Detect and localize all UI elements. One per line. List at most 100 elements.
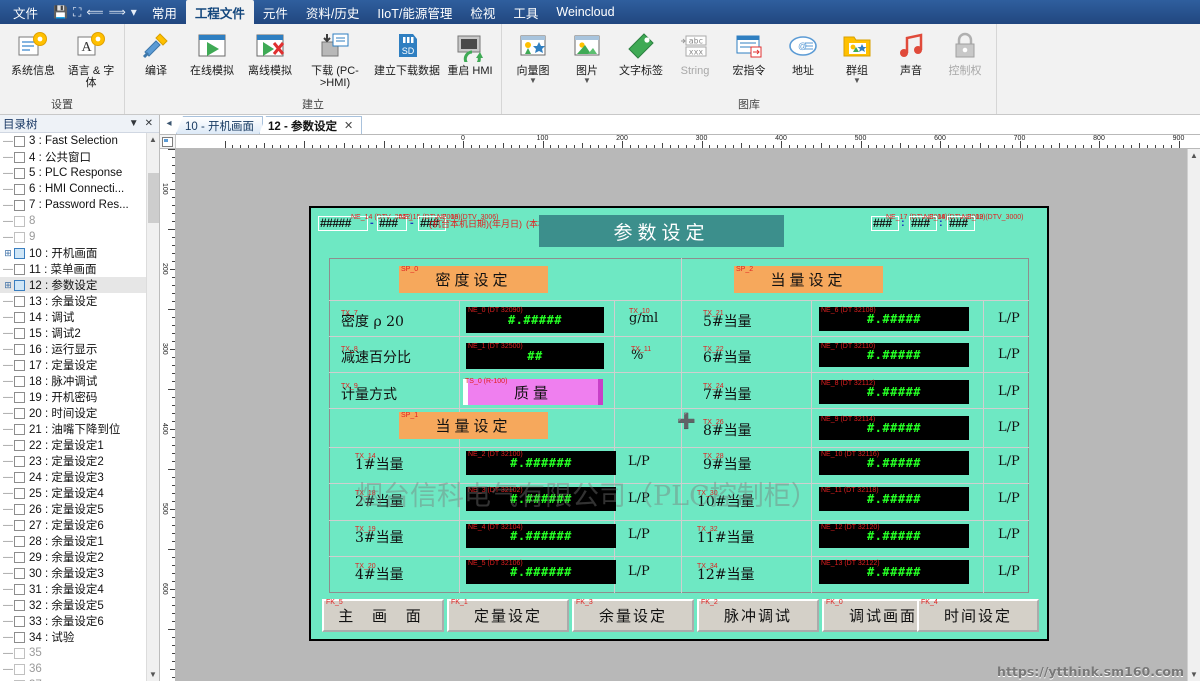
tree-node-checkbox[interactable] (14, 455, 25, 467)
tree-node-15[interactable]: — 15 : 调试2 (0, 325, 146, 341)
tree-node-17[interactable]: — 17 : 定量设定 (0, 357, 146, 373)
tree-node-21[interactable]: — 21 : 油嘴下降到位 (0, 421, 146, 437)
tree-node-5[interactable]: — 5 : PLC Response (0, 165, 146, 181)
scroll-up-icon[interactable]: ▲ (147, 133, 159, 146)
tree-node-20[interactable]: — 20 : 时间设定 (0, 405, 146, 421)
tree-node-checkbox[interactable] (14, 295, 25, 307)
tree-node-checkbox[interactable] (14, 167, 25, 179)
tree-node-checkbox[interactable] (14, 615, 25, 627)
ribbon-button-address[interactable]: @ 地址 (776, 27, 830, 77)
ribbon-button-language-font[interactable]: A 语言 & 字体 (62, 27, 120, 89)
tree-node-14[interactable]: — 14 : 调试 (0, 309, 146, 325)
menu-item-data-history[interactable]: 资料/历史 (297, 0, 368, 25)
chevron-down-icon[interactable]: ▼ (529, 77, 537, 85)
scroll-up-icon[interactable]: ▲ (1188, 149, 1200, 162)
tree-node-checkbox[interactable] (14, 551, 25, 563)
menu-item-weincloud[interactable]: Weincloud (547, 2, 623, 22)
chevron-down-icon[interactable]: ▼ (126, 118, 142, 129)
tree-node-checkbox[interactable] (14, 279, 25, 291)
redo-icon[interactable]: ⟹ (109, 5, 126, 19)
ribbon-button-text-label[interactable]: 文字标签 (614, 27, 668, 77)
scroll-down-icon[interactable]: ▼ (147, 668, 159, 681)
tree-node-checkbox[interactable] (14, 567, 25, 579)
tree-node-30[interactable]: — 30 : 余量设定3 (0, 565, 146, 581)
tree-node-checkbox[interactable] (14, 311, 25, 323)
tree-node-checkbox[interactable] (14, 263, 25, 275)
tree-node-checkbox[interactable] (14, 407, 25, 419)
tree-node-22[interactable]: — 22 : 定量设定1 (0, 437, 146, 453)
tree-node-checkbox[interactable] (14, 391, 25, 403)
tree-node-23[interactable]: — 23 : 定量设定2 (0, 453, 146, 469)
scroll-down-icon[interactable]: ▼ (1188, 668, 1200, 681)
tree-node-11[interactable]: — 11 : 菜单画面 (0, 261, 146, 277)
ribbon-button-restart-hmi[interactable]: 重启 HMI (443, 27, 497, 77)
tree-node-36[interactable]: — 36 (0, 661, 146, 677)
ribbon-button-macro[interactable]: 宏指令 (722, 27, 776, 77)
tree-node-3[interactable]: — 3 : Fast Selection (0, 133, 146, 149)
tree-node-6[interactable]: — 6 : HMI Connecti... (0, 181, 146, 197)
tree-node-24[interactable]: — 24 : 定量设定3 (0, 469, 146, 485)
customize-icon[interactable]: ▾ (131, 5, 137, 19)
ribbon-button-group[interactable]: 群组 ▼ (830, 27, 884, 85)
menu-item-project-file[interactable]: 工程文件 (185, 0, 254, 24)
ribbon-button-online-simulation[interactable]: 在线模拟 (183, 27, 241, 77)
tree-node-checkbox[interactable] (14, 247, 25, 259)
ribbon-button-build-download-data[interactable]: SD 建立下载数据 (371, 27, 443, 77)
tree-node-checkbox[interactable] (14, 135, 25, 147)
tree-node-9[interactable]: —9 (0, 229, 146, 245)
tree-node-16[interactable]: — 16 : 运行显示 (0, 341, 146, 357)
expand-icon[interactable]: ⊞ (2, 248, 14, 258)
expand-icon[interactable]: ⊞ (2, 280, 14, 290)
tree-node-7[interactable]: — 7 : Password Res... (0, 197, 146, 213)
tree-node-checkbox[interactable] (14, 439, 25, 451)
tree-node-34[interactable]: — 34 : 试验 (0, 629, 146, 645)
hmi-screen[interactable]: ##### NE_14 (DTV_3012) - ### NE_15 (DTV_… (309, 206, 1049, 641)
tree-node-37[interactable]: —37 (0, 677, 146, 681)
menu-item-common[interactable]: 常用 (143, 0, 186, 25)
ribbon-button-vector-graphic[interactable]: 向量图 ▼ (506, 27, 560, 85)
tree-node-checkbox[interactable] (14, 423, 25, 435)
ribbon-button-compile[interactable]: 编译 (129, 27, 183, 77)
ribbon-button-offline-simulation[interactable]: 离线模拟 (241, 27, 299, 77)
tree-node-26[interactable]: — 26 : 定量设定5 (0, 501, 146, 517)
tree-node-checkbox[interactable] (14, 503, 25, 515)
tree-node-checkbox[interactable] (14, 535, 25, 547)
export-icon[interactable]: ⛶ (73, 5, 81, 20)
tree-node-checkbox[interactable] (14, 183, 25, 195)
tree-node-checkbox[interactable] (14, 519, 25, 531)
ribbon-button-picture[interactable]: 图片 ▼ (560, 27, 614, 85)
tree-node-checkbox[interactable] (14, 215, 25, 227)
canvas-vertical-scrollbar[interactable]: ▲ ▼ (1187, 149, 1200, 681)
scrollbar-thumb[interactable] (148, 173, 159, 223)
tree-node-checkbox[interactable] (14, 583, 25, 595)
tree-node-19[interactable]: — 19 : 开机密码 (0, 389, 146, 405)
ribbon-button-sound[interactable]: 声音 (884, 27, 938, 77)
close-icon[interactable]: ✕ (344, 119, 353, 132)
tree-node-25[interactable]: — 25 : 定量设定4 (0, 485, 146, 501)
tree-node-32[interactable]: — 32 : 余量设定5 (0, 597, 146, 613)
tree-node-13[interactable]: — 13 : 余量设定 (0, 293, 146, 309)
tree-node-checkbox[interactable] (14, 375, 25, 387)
ruler-corner-icon[interactable] (160, 135, 176, 148)
tree-node-checkbox[interactable] (14, 599, 25, 611)
tree-node-checkbox[interactable] (14, 231, 25, 243)
save-icon[interactable]: 💾 (53, 5, 68, 19)
tree-node-checkbox[interactable] (14, 327, 25, 339)
tree-node-31[interactable]: — 31 : 余量设定4 (0, 581, 146, 597)
tree-node-8[interactable]: —8 (0, 213, 146, 229)
menu-item-file[interactable]: 文件 (4, 0, 47, 25)
ribbon-button-system-info[interactable]: 系统信息 (4, 27, 62, 77)
chevron-down-icon[interactable]: ▼ (853, 77, 861, 85)
tree-node-12[interactable]: ⊞ 12 : 参数设定 (0, 277, 146, 293)
menu-item-tools[interactable]: 工具 (504, 0, 547, 25)
tree-vertical-scrollbar[interactable]: ▲ ▼ (146, 133, 159, 681)
tree-node-checkbox[interactable] (14, 471, 25, 483)
document-tab-10[interactable]: 10 - 开机画面 (176, 116, 264, 134)
tree-node-10[interactable]: ⊞ 10 : 开机画面 (0, 245, 146, 261)
tree-node-28[interactable]: — 28 : 余量设定1 (0, 533, 146, 549)
tree-node-checkbox[interactable] (14, 199, 25, 211)
tree-node-18[interactable]: — 18 : 脉冲调试 (0, 373, 146, 389)
undo-icon[interactable]: ⟸ (86, 5, 103, 19)
tree-node-checkbox[interactable] (14, 487, 25, 499)
tree-node-27[interactable]: — 27 : 定量设定6 (0, 517, 146, 533)
